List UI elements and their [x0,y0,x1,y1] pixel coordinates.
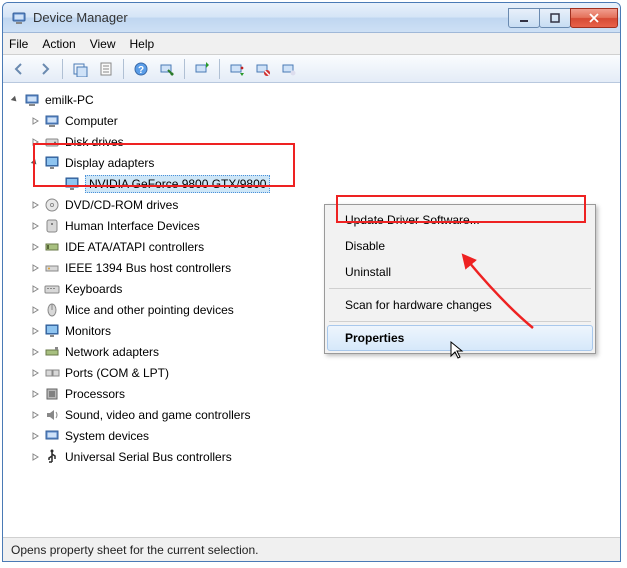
tree-category-label: Sound, video and game controllers [65,408,250,422]
maximize-button[interactable] [539,8,571,28]
tree-category-label: System devices [65,429,149,443]
expand-icon[interactable] [29,325,41,337]
mouse-icon [44,302,60,318]
statusbar: Opens property sheet for the current sel… [3,537,620,561]
expand-icon[interactable] [29,136,41,148]
expand-icon[interactable] [29,346,41,358]
tree-category-label: IEEE 1394 Bus host controllers [65,261,231,275]
device-tree-panel[interactable]: emilk-PC Computer Disk drives Display adap… [3,83,620,537]
context-menu: Update Driver Software... Disable Uninst… [324,204,596,354]
minimize-button[interactable] [508,8,540,28]
tree-category[interactable]: Computer [27,110,616,131]
enable-toolbar-button[interactable] [277,57,301,81]
device-manager-icon [11,10,27,26]
keyboard-icon [44,281,60,297]
help-button[interactable]: ? [129,57,153,81]
uninstall-toolbar-button[interactable] [225,57,249,81]
tree-category-label: Processors [65,387,125,401]
expand-icon[interactable] [29,409,41,421]
menu-action[interactable]: Action [42,37,75,51]
tree-root[interactable]: emilk-PC [7,89,616,110]
tree-category-label: Display adapters [65,156,154,170]
forward-button[interactable] [33,57,57,81]
tree-category-label: Monitors [65,324,111,338]
status-text: Opens property sheet for the current sel… [11,543,258,557]
tree-category[interactable]: Ports (COM & LPT) [27,362,616,383]
tree-category-label: Keyboards [65,282,122,296]
tree-category-label: Universal Serial Bus controllers [65,450,232,464]
back-button[interactable] [7,57,31,81]
tree-category-label: Disk drives [65,135,124,149]
window-title: Device Manager [33,10,509,25]
cpu-icon [44,386,60,402]
computer-icon [24,92,40,108]
menu-view[interactable]: View [90,37,116,51]
toolbar: ? [3,55,620,83]
expand-icon[interactable] [29,220,41,232]
computer-icon [44,113,60,129]
expand-icon[interactable] [29,367,41,379]
properties-toolbar-button[interactable] [94,57,118,81]
expand-icon[interactable] [29,241,41,253]
disable-toolbar-button[interactable] [251,57,275,81]
update-driver-toolbar-button[interactable] [190,57,214,81]
usb-icon [44,449,60,465]
tree-category-label: Ports (COM & LPT) [65,366,169,380]
tree-device-label: NVIDIA GeForce 9800 GTX/9800 [85,175,270,193]
monitor-icon [44,323,60,339]
tree-category-label: DVD/CD-ROM drives [65,198,178,212]
close-button[interactable] [570,8,618,28]
expand-icon[interactable] [29,262,41,274]
system-icon [44,428,60,444]
expand-icon[interactable] [29,283,41,295]
tree-category[interactable]: System devices [27,425,616,446]
tree-category-label: Human Interface Devices [65,219,200,233]
context-update-driver[interactable]: Update Driver Software... [327,207,593,233]
device-manager-window: Device Manager File Action View Help ? [2,2,621,562]
tree-category[interactable]: Display adapters [27,152,616,173]
menubar: File Action View Help [3,33,620,55]
tree-category-label: Mice and other pointing devices [65,303,234,317]
tree-category-label: IDE ATA/ATAPI controllers [65,240,204,254]
ide-icon [44,239,60,255]
menu-file[interactable]: File [9,37,28,51]
tree-category-label: Network adapters [65,345,159,359]
tree-category-label: Computer [65,114,118,128]
dvd-icon [44,197,60,213]
sound-icon [44,407,60,423]
tree-category[interactable]: Disk drives [27,131,616,152]
collapse-icon[interactable] [9,94,21,106]
disk-icon [44,134,60,150]
hid-icon [44,218,60,234]
context-properties[interactable]: Properties [327,325,593,351]
expand-icon[interactable] [29,199,41,211]
show-hidden-button[interactable] [68,57,92,81]
ieee-icon [44,260,60,276]
expand-icon[interactable] [29,430,41,442]
expand-icon[interactable] [29,451,41,463]
tree-device[interactable]: NVIDIA GeForce 9800 GTX/9800 [47,173,616,194]
context-uninstall[interactable]: Uninstall [327,259,593,285]
context-scan[interactable]: Scan for hardware changes [327,292,593,318]
expand-icon[interactable] [29,388,41,400]
expand-icon[interactable] [29,115,41,127]
scan-button[interactable] [155,57,179,81]
svg-text:?: ? [138,65,144,76]
tree-category[interactable]: Universal Serial Bus controllers [27,446,616,467]
tree-category[interactable]: Sound, video and game controllers [27,404,616,425]
display-icon [64,176,80,192]
tree-category[interactable]: Processors [27,383,616,404]
tree-root-label: emilk-PC [45,93,94,107]
collapse-icon[interactable] [29,157,41,169]
expand-icon[interactable] [29,304,41,316]
ports-icon [44,365,60,381]
network-icon [44,344,60,360]
context-disable[interactable]: Disable [327,233,593,259]
titlebar: Device Manager [3,3,620,33]
menu-help[interactable]: Help [130,37,155,51]
display-icon [44,155,60,171]
